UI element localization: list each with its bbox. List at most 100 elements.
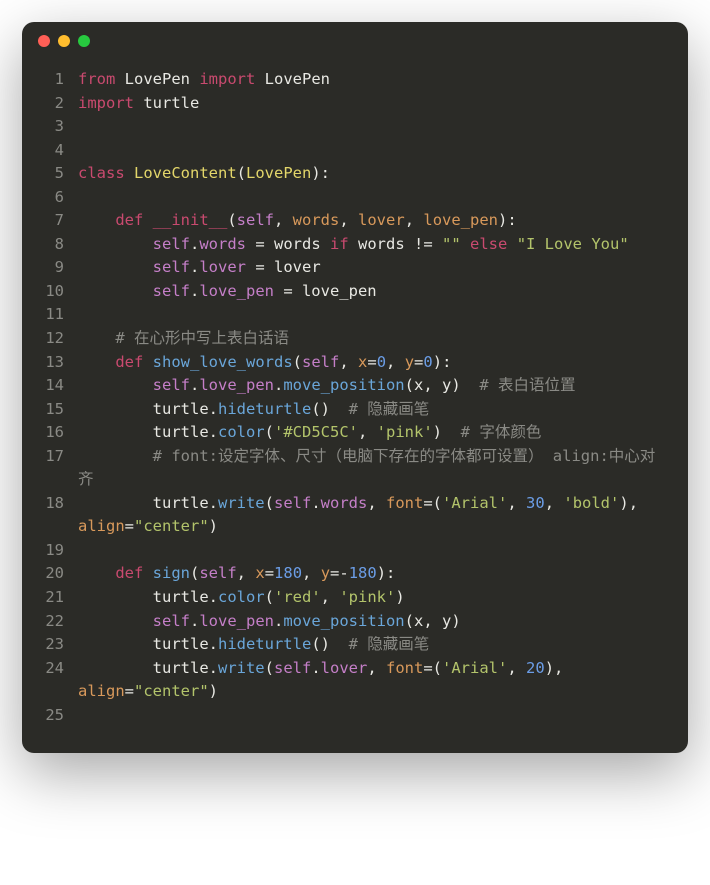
- line-content[interactable]: def show_love_words(self, x=0, y=0):: [78, 351, 668, 375]
- token-kw: def: [115, 211, 143, 229]
- line-content[interactable]: turtle.hideturtle() # 隐藏画笔: [78, 398, 668, 422]
- line-content[interactable]: turtle.color('#CD5C5C', 'pink') # 字体颜色: [78, 421, 668, 445]
- code-line[interactable]: 12 # 在心形中写上表白话语: [42, 327, 668, 351]
- token-param: words: [293, 211, 340, 229]
- token-param: x: [358, 353, 367, 371]
- code-line[interactable]: 2import turtle: [42, 92, 668, 116]
- code-line[interactable]: 18 turtle.write(self.words, font=('Arial…: [42, 492, 668, 539]
- code-line[interactable]: 1from LovePen import LovePen: [42, 68, 668, 92]
- line-content[interactable]: self.lover = lover: [78, 256, 668, 280]
- token-attr: words: [199, 235, 246, 253]
- code-line[interactable]: 7 def __init__(self, words, lover, love_…: [42, 209, 668, 233]
- token-op: =: [414, 353, 423, 371]
- line-number: 19: [42, 539, 78, 563]
- token-op: .: [190, 612, 199, 630]
- minimize-icon[interactable]: [58, 35, 70, 47]
- token-op: ),: [619, 494, 647, 512]
- maximize-icon[interactable]: [78, 35, 90, 47]
- line-content[interactable]: class LoveContent(LovePen):: [78, 162, 668, 186]
- line-content[interactable]: # 在心形中写上表白话语: [78, 327, 668, 351]
- token-self: self: [302, 353, 339, 371]
- token-kw: import: [78, 94, 134, 112]
- code-line[interactable]: 16 turtle.color('#CD5C5C', 'pink') # 字体颜…: [42, 421, 668, 445]
- token-op: (: [227, 211, 236, 229]
- line-number: 10: [42, 280, 78, 304]
- line-content[interactable]: self.love_pen.move_position(x, y) # 表白语位…: [78, 374, 668, 398]
- token-op: (: [293, 353, 302, 371]
- token-num: 30: [526, 494, 545, 512]
- token-param: y: [405, 353, 414, 371]
- token-op: .: [274, 612, 283, 630]
- token-self: self: [153, 376, 190, 394]
- token-op: ):: [377, 564, 396, 582]
- token-op: (: [265, 588, 274, 606]
- line-content[interactable]: turtle.write(self.lover, font=('Arial', …: [78, 657, 668, 704]
- line-content[interactable]: def __init__(self, words, lover, love_pe…: [78, 209, 668, 233]
- code-line[interactable]: 17 # font:设定字体、尺寸（电脑下存在的字体都可设置） align:中心…: [42, 445, 668, 492]
- code-line[interactable]: 14 self.love_pen.move_position(x, y) # 表…: [42, 374, 668, 398]
- line-content[interactable]: [78, 139, 668, 163]
- code-line[interactable]: 15 turtle.hideturtle() # 隐藏画笔: [42, 398, 668, 422]
- token-op: ,: [302, 564, 321, 582]
- code-line[interactable]: 8 self.words = words if words != "" else…: [42, 233, 668, 257]
- code-line[interactable]: 13 def show_love_words(self, x=0, y=0):: [42, 351, 668, 375]
- code-line[interactable]: 11: [42, 303, 668, 327]
- line-number: 4: [42, 139, 78, 163]
- token-kw: else: [470, 235, 507, 253]
- code-line[interactable]: 5class LoveContent(LovePen):: [42, 162, 668, 186]
- line-content[interactable]: import turtle: [78, 92, 668, 116]
- line-number: 13: [42, 351, 78, 375]
- code-line[interactable]: 24 turtle.write(self.lover, font=('Arial…: [42, 657, 668, 704]
- line-content[interactable]: def sign(self, x=180, y=-180):: [78, 562, 668, 586]
- line-content[interactable]: [78, 186, 668, 210]
- token-cmt: # 表白语位置: [479, 376, 575, 394]
- code-line[interactable]: 23 turtle.hideturtle() # 隐藏画笔: [42, 633, 668, 657]
- line-content[interactable]: turtle.write(self.words, font=('Arial', …: [78, 492, 668, 539]
- line-content[interactable]: self.love_pen.move_position(x, y): [78, 610, 668, 634]
- token-str: "center": [134, 682, 209, 700]
- code-line[interactable]: 10 self.love_pen = love_pen: [42, 280, 668, 304]
- token-op: ,: [339, 353, 358, 371]
- line-number: 14: [42, 374, 78, 398]
- token-kw: def: [115, 564, 143, 582]
- line-content[interactable]: [78, 303, 668, 327]
- token-param: font: [386, 659, 423, 677]
- line-content[interactable]: turtle.hideturtle() # 隐藏画笔: [78, 633, 668, 657]
- line-content[interactable]: [78, 704, 668, 728]
- token-pl: [78, 447, 153, 465]
- token-num: 180: [349, 564, 377, 582]
- code-area[interactable]: 1from LovePen import LovePen2import turt…: [22, 60, 688, 753]
- code-line[interactable]: 25: [42, 704, 668, 728]
- token-op: ):: [433, 353, 452, 371]
- token-op: =(: [423, 659, 442, 677]
- code-line[interactable]: 6: [42, 186, 668, 210]
- token-op: (: [237, 164, 246, 182]
- line-content[interactable]: self.love_pen = love_pen: [78, 280, 668, 304]
- token-pl: LovePen: [255, 70, 330, 88]
- token-kw: if: [330, 235, 349, 253]
- line-content[interactable]: [78, 539, 668, 563]
- line-content[interactable]: # font:设定字体、尺寸（电脑下存在的字体都可设置） align:中心对齐: [78, 445, 668, 492]
- close-icon[interactable]: [38, 35, 50, 47]
- token-pl: [78, 353, 115, 371]
- code-line[interactable]: 9 self.lover = lover: [42, 256, 668, 280]
- code-line[interactable]: 3: [42, 115, 668, 139]
- token-pl: turtle.: [78, 400, 218, 418]
- code-line[interactable]: 4: [42, 139, 668, 163]
- line-content[interactable]: [78, 115, 668, 139]
- token-str: "I Love You": [517, 235, 629, 253]
- token-op: ,: [367, 494, 386, 512]
- line-content[interactable]: self.words = words if words != "" else "…: [78, 233, 668, 257]
- token-pl: [143, 353, 152, 371]
- token-param: lover: [358, 211, 405, 229]
- code-line[interactable]: 22 self.love_pen.move_position(x, y): [42, 610, 668, 634]
- code-line[interactable]: 19: [42, 539, 668, 563]
- line-content[interactable]: turtle.color('red', 'pink'): [78, 586, 668, 610]
- line-content[interactable]: from LovePen import LovePen: [78, 68, 668, 92]
- code-line[interactable]: 21 turtle.color('red', 'pink'): [42, 586, 668, 610]
- token-op: (): [311, 635, 348, 653]
- token-self: self: [274, 659, 311, 677]
- line-number: 5: [42, 162, 78, 186]
- code-line[interactable]: 20 def sign(self, x=180, y=-180):: [42, 562, 668, 586]
- token-attr: lover: [199, 258, 246, 276]
